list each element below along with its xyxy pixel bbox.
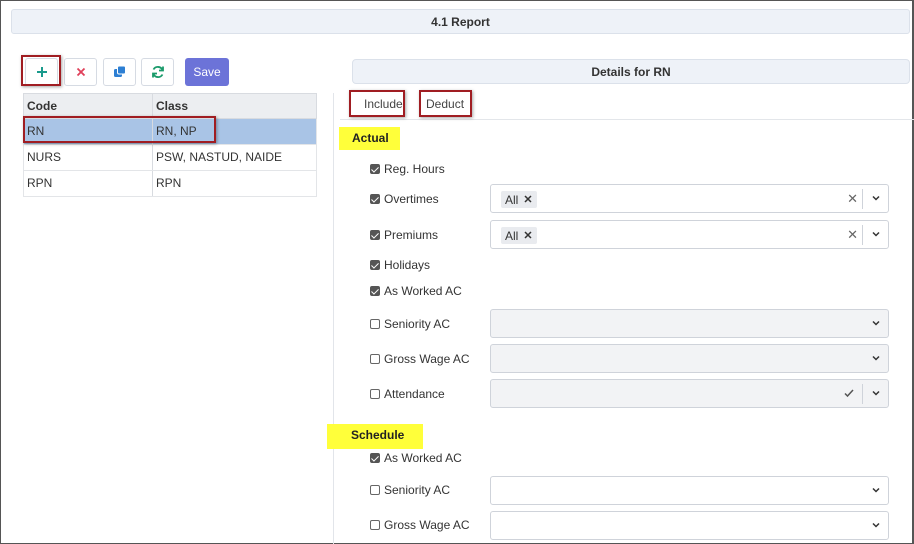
- checkbox[interactable]: [370, 230, 380, 240]
- table-row[interactable]: NURS PSW, NASTUD, NAIDE: [23, 145, 317, 171]
- check-icon: [844, 389, 854, 398]
- tab-deduct[interactable]: Deduct: [426, 97, 464, 111]
- option-label: As Worked AC: [384, 284, 462, 298]
- chevron-down-icon[interactable]: [872, 521, 880, 529]
- row-class: RPN: [156, 176, 182, 190]
- attendance-select[interactable]: [490, 379, 889, 408]
- copy-icon: [113, 65, 126, 77]
- select-separator: [862, 225, 863, 245]
- checkbox[interactable]: [370, 389, 380, 399]
- option-label: Reg. Hours: [384, 162, 445, 176]
- chevron-down-icon[interactable]: [872, 354, 880, 362]
- code-class-table: Code Class RN RN, NP NURS PSW, NASTUD, N…: [23, 93, 317, 197]
- tab-include[interactable]: Include: [364, 97, 403, 111]
- schedule-seniority-ac-select[interactable]: [490, 476, 889, 505]
- option-label: Overtimes: [384, 192, 439, 206]
- row-class: RN, NP: [156, 124, 197, 138]
- refresh-icon: [151, 66, 164, 78]
- chevron-down-icon[interactable]: [872, 230, 880, 238]
- chevron-down-icon[interactable]: [872, 389, 880, 397]
- schedule-gross-wage-ac-select[interactable]: [490, 511, 889, 540]
- row-code: RPN: [24, 171, 153, 196]
- checkbox[interactable]: [370, 453, 380, 463]
- checkbox[interactable]: [370, 260, 380, 270]
- overtimes-select[interactable]: All ✕ ✕: [490, 184, 889, 213]
- selected-chip: All ✕: [501, 227, 537, 244]
- section-heading-actual: Actual: [339, 127, 400, 150]
- option-reg-hours[interactable]: Reg. Hours: [370, 161, 445, 177]
- chip-label: All: [505, 192, 519, 207]
- column-header-class[interactable]: Class: [153, 94, 316, 118]
- checkbox[interactable]: [370, 286, 380, 296]
- table-row[interactable]: RN RN, NP: [23, 119, 317, 145]
- option-attendance[interactable]: Attendance: [370, 386, 445, 402]
- chip-label: All: [505, 228, 519, 243]
- chip-remove-icon[interactable]: ✕: [523, 193, 532, 206]
- row-class: PSW, NASTUD, NAIDE: [156, 150, 283, 164]
- option-label: Gross Wage AC: [384, 518, 470, 532]
- checkbox[interactable]: [370, 319, 380, 329]
- close-icon: [76, 67, 85, 77]
- option-premiums[interactable]: Premiums: [370, 227, 438, 243]
- checkbox[interactable]: [370, 520, 380, 530]
- option-label: Gross Wage AC: [384, 352, 470, 366]
- chevron-down-icon[interactable]: [872, 319, 880, 327]
- column-header-code[interactable]: Code: [24, 94, 153, 118]
- row-code: RN: [24, 119, 153, 144]
- add-button[interactable]: [25, 58, 58, 86]
- option-schedule-seniority-ac[interactable]: Seniority AC: [370, 482, 450, 498]
- tabs-underline: [340, 119, 914, 120]
- select-separator: [862, 189, 863, 209]
- option-as-worked-ac[interactable]: As Worked AC: [370, 283, 462, 299]
- details-title: Details for RN: [352, 59, 910, 84]
- selected-chip: All ✕: [501, 191, 537, 208]
- clear-icon[interactable]: ✕: [847, 227, 858, 243]
- option-label: Premiums: [384, 228, 439, 242]
- gross-wage-ac-select[interactable]: [490, 344, 889, 373]
- option-label: Attendance: [384, 387, 445, 401]
- option-schedule-as-worked-ac[interactable]: As Worked AC: [370, 450, 462, 466]
- save-button[interactable]: Save: [185, 58, 229, 86]
- option-gross-wage-ac[interactable]: Gross Wage AC: [370, 351, 470, 367]
- option-holidays[interactable]: Holidays: [370, 257, 430, 273]
- option-seniority-ac[interactable]: Seniority AC: [370, 316, 450, 332]
- option-schedule-gross-wage-ac[interactable]: Gross Wage AC: [370, 517, 470, 533]
- option-label: Seniority AC: [384, 483, 451, 497]
- chevron-down-icon[interactable]: [872, 486, 880, 494]
- option-label: Holidays: [384, 258, 431, 272]
- checkbox[interactable]: [370, 354, 380, 364]
- chevron-down-icon[interactable]: [872, 194, 880, 202]
- option-label: Seniority AC: [384, 317, 451, 331]
- refresh-button[interactable]: [141, 58, 174, 86]
- premiums-select[interactable]: All ✕ ✕: [490, 220, 889, 249]
- section-heading-schedule: Schedule: [327, 424, 423, 449]
- checkbox[interactable]: [370, 194, 380, 204]
- table-row[interactable]: RPN RPN: [23, 171, 317, 197]
- panel-divider: [333, 93, 334, 544]
- copy-button[interactable]: [103, 58, 136, 86]
- checkbox[interactable]: [370, 164, 380, 174]
- seniority-ac-select[interactable]: [490, 309, 889, 338]
- plus-icon: [36, 67, 47, 77]
- clear-icon[interactable]: ✕: [847, 191, 858, 207]
- option-overtimes[interactable]: Overtimes: [370, 191, 439, 207]
- page-title: 4.1 Report: [11, 9, 910, 34]
- delete-button[interactable]: [64, 58, 97, 86]
- row-code: NURS: [24, 145, 153, 170]
- option-label: As Worked AC: [384, 451, 462, 465]
- chip-remove-icon[interactable]: ✕: [523, 229, 532, 242]
- table-header: Code Class: [23, 93, 317, 119]
- checkbox[interactable]: [370, 485, 380, 495]
- select-separator: [862, 384, 863, 404]
